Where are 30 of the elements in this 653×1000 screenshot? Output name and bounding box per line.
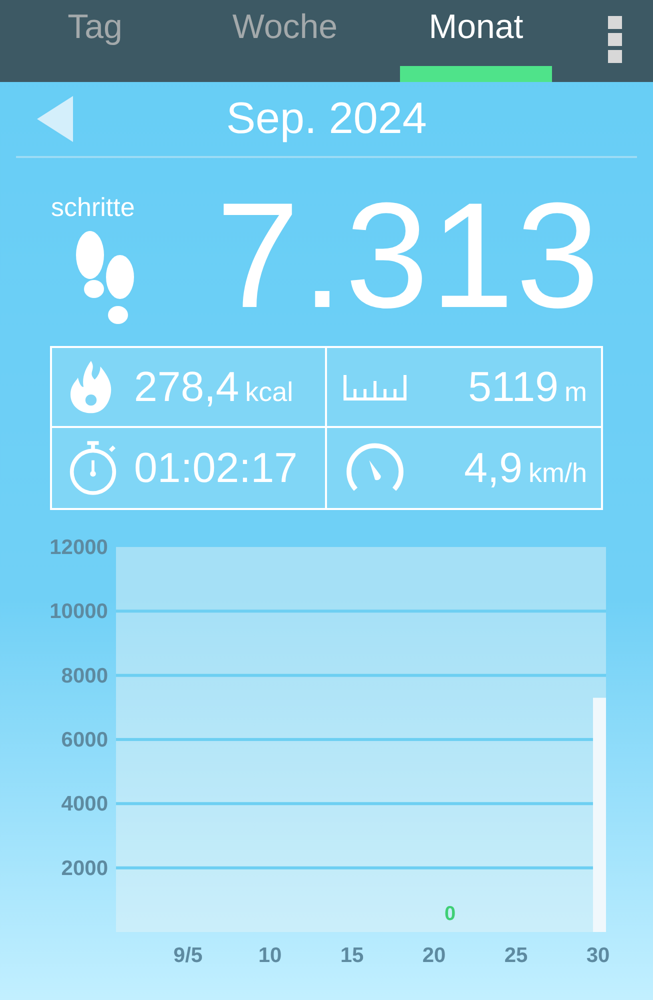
y-axis-label: 12000 [50, 536, 108, 559]
stat-value: 5119 [468, 363, 558, 411]
stopwatch-icon [68, 439, 118, 497]
unit-label: km/h [528, 458, 587, 489]
tab[interactable]: Woche [190, 0, 380, 82]
stat-value: 278,4 [134, 363, 240, 411]
x-axis-label: 9/5 [173, 944, 203, 967]
menu-icon[interactable] [608, 16, 624, 64]
x-axis-label: 25 [504, 944, 528, 967]
y-axis-label: 2000 [61, 856, 108, 880]
x-axis-label: 30 [586, 944, 610, 967]
y-axis-label: 8000 [61, 664, 108, 688]
ruler-icon [342, 373, 406, 401]
y-axis-label: 6000 [61, 728, 108, 752]
x-axis-label: 10 [258, 944, 282, 967]
tab[interactable]: Monat [400, 0, 552, 82]
month-title: Sep. 2024 [226, 94, 427, 144]
stat-value: 4,9 [464, 444, 522, 492]
unit-label: kcal [245, 377, 294, 408]
y-axis-label: 4000 [61, 792, 108, 816]
value-label: 0 [444, 903, 456, 925]
tab[interactable]: Tag [0, 0, 190, 82]
stat-value: 01:02:17 [134, 444, 298, 492]
y-axis-label: 10000 [50, 600, 108, 624]
unit-label: m [564, 377, 587, 408]
x-axis-label: 15 [340, 944, 364, 967]
x-axis-label: 20 [422, 944, 446, 967]
steps-label: schritte [51, 192, 135, 223]
step-count: 7.313 [216, 180, 602, 330]
flame-icon [68, 359, 114, 415]
